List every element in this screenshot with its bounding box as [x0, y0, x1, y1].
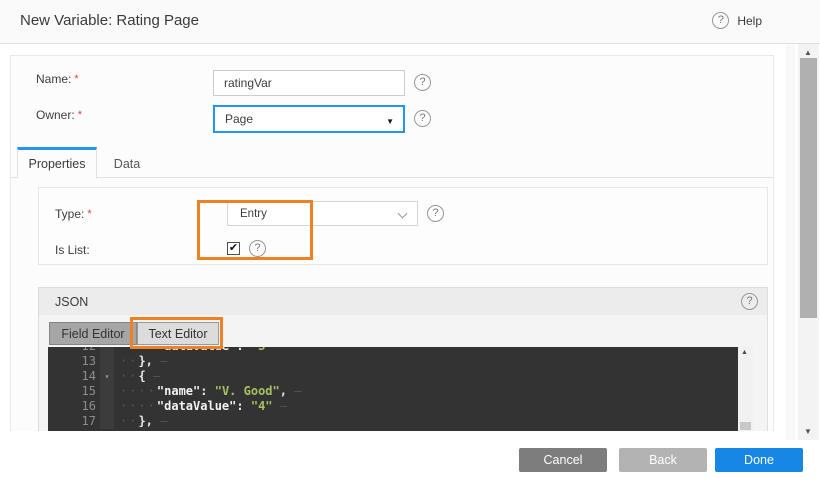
- name-input[interactable]: [213, 70, 405, 96]
- type-label: Type:*: [55, 207, 92, 221]
- required-asterisk: *: [78, 109, 82, 121]
- fold-marker-icon: ▾: [100, 369, 114, 384]
- json-help-icon[interactable]: ?: [741, 293, 758, 310]
- type-select[interactable]: Entry: [227, 201, 418, 226]
- new-variable-dialog: New Variable: Rating Page ? Help Name:* …: [0, 0, 820, 488]
- code-line: 14▾··{ –: [48, 369, 738, 384]
- chevron-down-icon: [399, 209, 407, 217]
- json-code-editor[interactable]: 12····"dataValue": "3" –13··}, –14▾··{ –…: [48, 347, 738, 431]
- editor-scrollbar-thumb[interactable]: [740, 422, 751, 430]
- help-icon[interactable]: ?: [712, 12, 729, 29]
- editor-scrollbar[interactable]: ▲: [738, 347, 753, 431]
- text-editor-button[interactable]: Text Editor: [137, 322, 219, 345]
- scroll-down-icon[interactable]: ▼: [804, 427, 812, 436]
- owner-help-icon[interactable]: ?: [414, 110, 431, 127]
- help-link[interactable]: ? Help: [712, 12, 762, 29]
- name-help-icon[interactable]: ?: [414, 74, 431, 91]
- field-editor-button[interactable]: Field Editor: [49, 322, 137, 345]
- code-line: 15····"name": "V. Good", –: [48, 384, 738, 399]
- dialog-header: New Variable: Rating Page ? Help: [0, 0, 820, 44]
- code-line: 12····"dataValue": "3" –: [48, 347, 738, 354]
- required-asterisk: *: [87, 208, 91, 220]
- owner-label: Owner:*: [36, 108, 82, 122]
- tab-strip: Properties Data: [10, 147, 774, 178]
- dropdown-arrow-icon: ▼: [386, 117, 394, 126]
- type-section-panel: [38, 187, 768, 265]
- page-title: New Variable: Rating Page: [20, 12, 199, 29]
- main-scrollbar[interactable]: ▲ ▼: [798, 44, 819, 440]
- json-section-header: JSON: [39, 288, 767, 315]
- code-line: 13··}, –: [48, 354, 738, 369]
- name-label: Name:*: [36, 72, 79, 86]
- tab-data[interactable]: Data: [98, 150, 156, 178]
- is-list-help-icon[interactable]: ?: [249, 240, 266, 257]
- required-asterisk: *: [74, 73, 78, 85]
- checkmark-icon: ✔: [229, 243, 238, 254]
- back-button[interactable]: Back: [619, 448, 707, 472]
- inner-scroll-gutter: [786, 45, 795, 440]
- code-lines: 12····"dataValue": "3" –13··}, –14▾··{ –…: [48, 347, 738, 429]
- done-button[interactable]: Done: [715, 448, 803, 472]
- scroll-up-icon[interactable]: ▲: [741, 349, 748, 356]
- help-label: Help: [737, 14, 762, 28]
- type-selected-value: Entry: [240, 208, 267, 220]
- is-list-checkbox[interactable]: ✔: [227, 242, 240, 255]
- code-line: 17··}, –: [48, 414, 738, 429]
- code-line: 16····"dataValue": "4" –: [48, 399, 738, 414]
- main-scrollbar-thumb[interactable]: [800, 58, 817, 318]
- tab-properties[interactable]: Properties: [17, 147, 97, 179]
- type-help-icon[interactable]: ?: [427, 205, 444, 222]
- owner-select[interactable]: Page ▼: [213, 105, 405, 133]
- is-list-label: Is List:: [55, 243, 90, 257]
- json-section-title: JSON: [55, 295, 88, 309]
- scroll-up-icon[interactable]: ▲: [804, 48, 812, 57]
- cancel-button[interactable]: Cancel: [519, 448, 607, 472]
- owner-selected-value: Page: [225, 112, 253, 126]
